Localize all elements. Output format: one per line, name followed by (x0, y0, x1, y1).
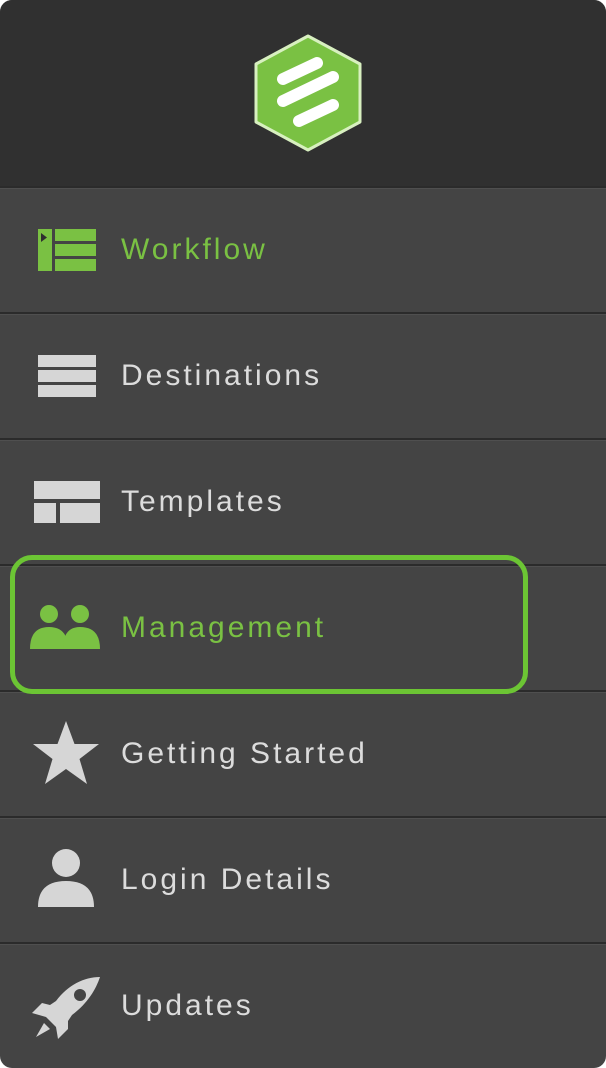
sidebar-item-label: Destinations (121, 359, 323, 392)
sidebar-item-workflow[interactable]: Workflow (0, 186, 606, 312)
sidebar-panel: Workflow Destinations Templates Manageme… (0, 0, 606, 1068)
sidebar-item-login-details[interactable]: Login Details (0, 816, 606, 942)
hexagon-stripes-logo-icon[interactable] (251, 33, 365, 153)
rocket-icon (32, 977, 100, 1039)
layout-grid-icon (34, 481, 100, 523)
sidebar-item-getting-started[interactable]: Getting Started (0, 690, 606, 816)
sidebar-header (0, 0, 606, 186)
sidebar-item-updates[interactable]: Updates (0, 942, 606, 1068)
sidebar-item-templates[interactable]: Templates (0, 438, 606, 564)
sidebar-item-destinations[interactable]: Destinations (0, 312, 606, 438)
sidebar-item-label: Updates (121, 989, 254, 1022)
sidebar-item-label: Login Details (121, 863, 334, 896)
sidebar-item-label: Workflow (121, 233, 268, 266)
sidebar-item-label: Templates (121, 485, 285, 518)
workflow-list-icon (38, 229, 96, 271)
users-group-icon (30, 605, 100, 649)
sidebar-menu: Workflow Destinations Templates Manageme… (0, 186, 606, 1068)
stacked-bars-icon (38, 355, 96, 397)
sidebar-item-management[interactable]: Management (0, 564, 606, 690)
sidebar-item-label: Getting Started (121, 737, 368, 770)
sidebar-item-label: Management (121, 611, 327, 644)
star-icon (33, 721, 99, 784)
user-icon (38, 849, 94, 907)
